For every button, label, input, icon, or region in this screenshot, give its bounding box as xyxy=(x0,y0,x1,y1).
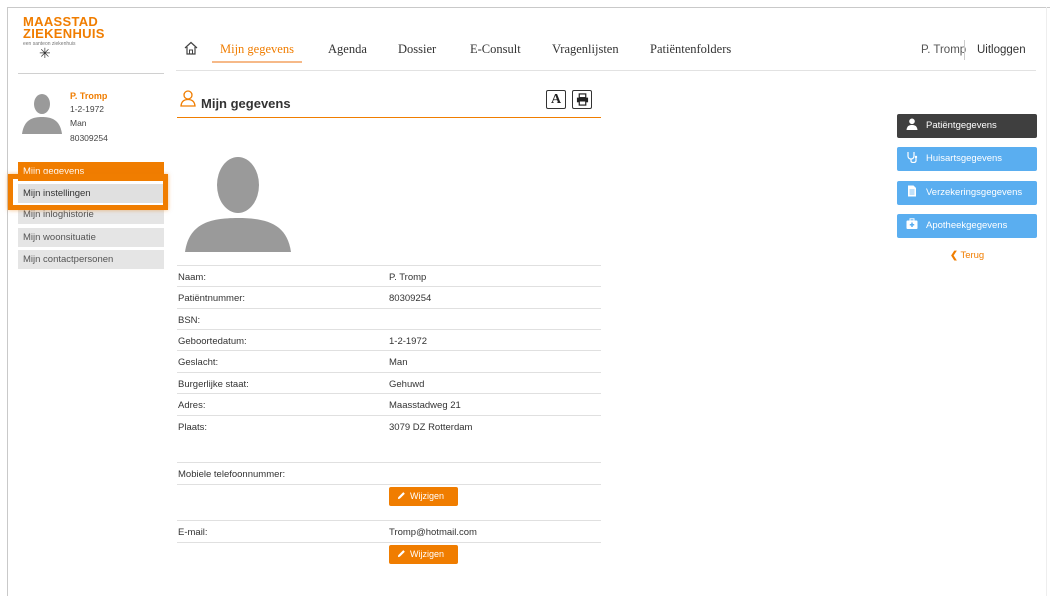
apotheekgegevens-button[interactable]: Apotheekgegevens xyxy=(897,214,1037,238)
label-mobiel: Mobiele telefoonnummer: xyxy=(178,469,286,480)
row-divider xyxy=(177,350,601,351)
apotheekgegevens-label: Apotheekgegevens xyxy=(926,220,1008,231)
nav-divider xyxy=(176,70,1036,71)
label-naam: Naam: xyxy=(178,272,206,283)
print-button[interactable] xyxy=(572,90,592,109)
row-divider xyxy=(177,393,601,394)
hospital-logo[interactable]: MAASSTAD ZIEKENHUIS een santeon ziekenhu… xyxy=(23,15,133,61)
value-adres: Maasstadweg 21 xyxy=(389,400,461,411)
stethoscope-icon xyxy=(907,152,918,164)
row-divider xyxy=(177,308,601,309)
value-naam: P. Tromp xyxy=(389,272,427,283)
edit-mobile-button[interactable]: Wijzigen xyxy=(389,487,458,506)
section-underline xyxy=(177,117,601,118)
chevron-left-icon: ❮ xyxy=(950,250,958,261)
row-divider xyxy=(177,542,601,543)
printer-icon xyxy=(576,93,588,106)
profile-name: P. Tromp xyxy=(70,91,108,101)
value-patientnummer: 80309254 xyxy=(389,293,432,304)
value-geboortedatum: 1-2-1972 xyxy=(389,336,428,347)
nav-agenda[interactable]: Agenda xyxy=(328,42,367,57)
label-bsn: BSN: xyxy=(178,315,201,326)
logo-line-2: ZIEKENHUIS xyxy=(23,26,105,41)
back-label: Terug xyxy=(960,250,985,261)
label-email: E-mail: xyxy=(178,527,208,538)
logo-star-icon: ✳ xyxy=(39,45,51,61)
user-outline-icon xyxy=(180,90,196,107)
nav-patientenfolders[interactable]: Patiëntenfolders xyxy=(650,42,731,57)
row-divider xyxy=(177,520,601,521)
edit-email-button[interactable]: Wijzigen xyxy=(389,545,458,564)
nav-active-underline xyxy=(212,61,302,63)
row-divider xyxy=(177,415,601,416)
scroll-edge xyxy=(1046,7,1047,596)
huisartsgegevens-button[interactable]: Huisartsgegevens xyxy=(897,147,1037,171)
edit-email-label: Wijzigen xyxy=(410,549,445,559)
row-divider xyxy=(177,329,601,330)
row-divider xyxy=(177,484,601,485)
nav-mijn-gegevens[interactable]: Mijn gegevens xyxy=(220,42,294,57)
profile-number: 80309254 xyxy=(70,133,108,143)
logout-link[interactable]: Uitloggen xyxy=(977,44,1026,56)
avatar xyxy=(22,94,62,134)
sidebar-item-mijn-contactpersonen[interactable]: Mijn contactpersonen xyxy=(18,250,164,269)
patientgegevens-label: Patiëntgegevens xyxy=(926,120,997,131)
verzekeringsgegevens-button[interactable]: Verzekeringsgegevens xyxy=(897,181,1037,205)
label-geboortedatum: Geboortedatum: xyxy=(178,336,247,347)
value-burgerlijke-staat: Gehuwd xyxy=(389,379,425,390)
app-frame xyxy=(7,7,1050,596)
document-icon xyxy=(908,185,916,197)
row-divider xyxy=(177,265,601,266)
pencil-icon xyxy=(397,550,405,558)
label-patientnummer: Patiëntnummer: xyxy=(178,293,246,304)
profile-photo xyxy=(185,157,291,252)
profile-gender: Man xyxy=(70,118,87,128)
nav-e-consult[interactable]: E-Consult xyxy=(470,42,521,57)
row-divider xyxy=(177,372,601,373)
row-divider xyxy=(177,462,601,463)
sidebar-item-mijn-woonsituatie[interactable]: Mijn woonsituatie xyxy=(18,228,164,247)
profile-birthdate: 1-2-1972 xyxy=(70,104,105,114)
nav-vragenlijsten[interactable]: Vragenlijsten xyxy=(552,42,619,57)
pencil-icon xyxy=(397,492,405,500)
label-burgerlijke-staat: Burgerlijke staat: xyxy=(178,379,249,390)
huisartsgegevens-label: Huisartsgegevens xyxy=(926,153,1003,164)
page-title: Mijn gegevens xyxy=(201,96,291,111)
value-geslacht: Man xyxy=(389,357,408,368)
row-divider xyxy=(177,286,601,287)
label-plaats: Plaats: xyxy=(178,422,208,433)
user-icon xyxy=(906,118,918,130)
value-plaats: 3079 DZ Rotterdam xyxy=(389,422,473,433)
home-icon[interactable] xyxy=(184,41,198,55)
highlight-frame xyxy=(8,174,168,210)
back-link[interactable]: ❮ Terug xyxy=(950,250,984,261)
patientgegevens-button[interactable]: Patiëntgegevens xyxy=(897,114,1037,138)
label-geslacht: Geslacht: xyxy=(178,357,219,368)
medkit-icon xyxy=(906,218,918,229)
nav-dossier[interactable]: Dossier xyxy=(398,42,436,57)
value-email: Tromp@hotmail.com xyxy=(389,527,477,538)
font-size-button[interactable]: A xyxy=(546,90,566,109)
user-name: P. Tromp xyxy=(921,44,967,56)
logo-divider xyxy=(18,73,164,74)
label-adres: Adres: xyxy=(178,400,206,411)
verzekeringsgegevens-label: Verzekeringsgegevens xyxy=(926,187,1023,198)
top-navigation: Mijn gegevens Agenda Dossier E-Consult V… xyxy=(176,0,1036,70)
edit-mobile-label: Wijzigen xyxy=(410,491,445,501)
user-separator xyxy=(964,40,965,60)
